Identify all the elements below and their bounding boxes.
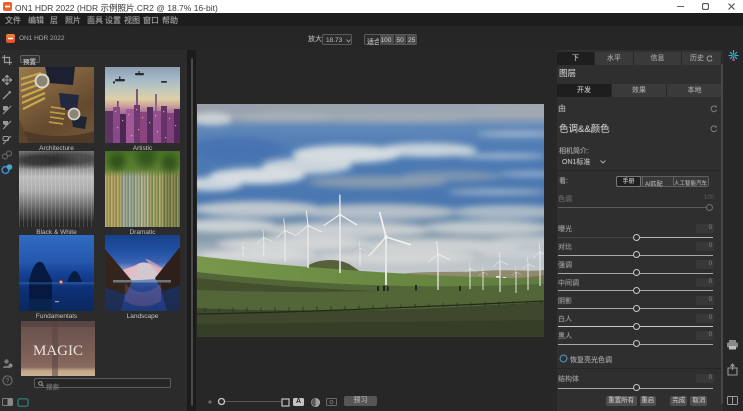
svg-text:MAGIC: MAGIC bbox=[33, 343, 83, 359]
svg-text:?: ? bbox=[6, 378, 10, 385]
